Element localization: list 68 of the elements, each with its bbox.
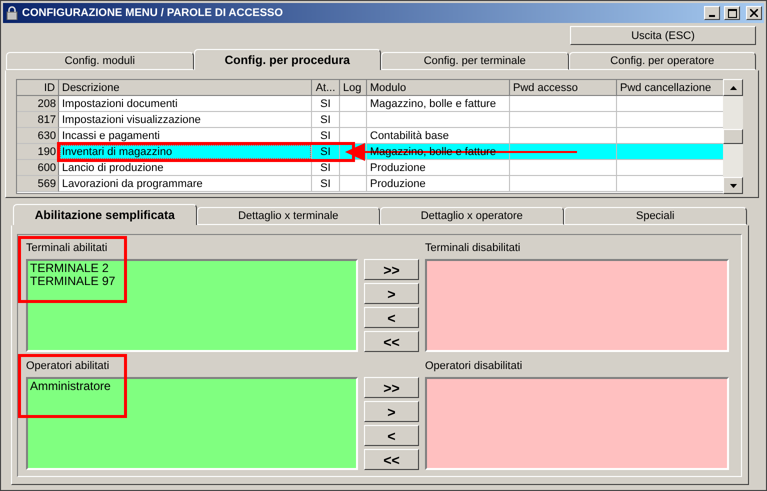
id-cell: 190 (17, 144, 59, 160)
up-arrow-icon (730, 86, 736, 90)
tab[interactable]: Dettaglio x operatore (380, 207, 564, 225)
move-button[interactable]: >> (364, 259, 419, 280)
column-header[interactable]: ID (17, 80, 59, 96)
table-cell: Magazzino, bolle e fatture (367, 96, 510, 112)
table-cell: Impostazioni visualizzazione (59, 112, 312, 128)
maximize-button[interactable] (724, 6, 740, 20)
table-cell: SI (312, 176, 340, 192)
table-cell: Contabilità base (367, 128, 510, 144)
exit-button[interactable]: Uscita (ESC) (570, 26, 756, 45)
id-cell: 630 (17, 128, 59, 144)
list-label: Terminali abilitati (26, 242, 108, 255)
scrollbar-thumb[interactable] (723, 129, 743, 144)
table-row[interactable]: 630 Incassi e pagamenti SI Contabilità base (17, 128, 723, 144)
list-item[interactable]: Amministratore (30, 380, 354, 393)
tab[interactable]: Config. moduli (6, 52, 194, 70)
down-arrow-icon (730, 184, 736, 188)
id-cell: 817 (17, 112, 59, 128)
table-row[interactable]: 817 Impostazioni visualizzazione SI (17, 112, 723, 128)
list-label: Operatori disabilitati (425, 360, 524, 373)
table-cell: Produzione (367, 160, 510, 176)
table-row[interactable]: 569 Lavorazioni da programmare SI Produzione (17, 176, 723, 192)
tab[interactable]: Abilitazione semplificata (13, 204, 196, 225)
column-header[interactable]: At... (312, 80, 340, 96)
table-cell (340, 96, 367, 112)
id-cell: 208 (17, 96, 59, 112)
table-cell: Produzione (367, 176, 510, 192)
close-button[interactable] (746, 6, 762, 20)
maximize-icon (728, 8, 736, 18)
move-button[interactable]: > (364, 401, 419, 422)
list-item[interactable]: TERMINALE 2 (30, 262, 354, 275)
close-icon (750, 9, 758, 17)
column-header[interactable]: Pwd cancellazione (617, 80, 724, 96)
table-cell (340, 160, 367, 176)
list-item[interactable]: TERMINALE 97 (30, 275, 354, 288)
enabled-list[interactable]: TERMINALE 2 TERMINALE 97 (26, 259, 358, 352)
lock-icon (6, 6, 18, 20)
table-row[interactable]: 600 Lancio di produzione SI Produzione (17, 160, 723, 176)
id-cell: 569 (17, 176, 59, 192)
table-row[interactable]: 208 Impostazioni documenti SI Magazzino, bolle e fatture (17, 96, 723, 112)
tab[interactable]: Speciali (564, 207, 747, 225)
minimize-button[interactable] (704, 6, 720, 20)
move-button[interactable]: >> (364, 377, 419, 398)
list-label: Terminali disabilitati (425, 242, 522, 255)
tab[interactable]: Config. per procedura (194, 49, 381, 70)
table-cell: Lavorazioni da programmare (59, 176, 312, 192)
move-button[interactable]: < (364, 307, 419, 328)
column-header[interactable]: Descrizione (59, 80, 312, 96)
tab[interactable]: Dettaglio x terminale (196, 207, 380, 225)
scrollbar[interactable] (723, 79, 743, 194)
move-button[interactable]: << (364, 331, 419, 352)
column-header[interactable]: Modulo (367, 80, 510, 96)
table-cell: SI (312, 112, 340, 128)
table-cell (340, 112, 367, 128)
table-cell: Impostazioni documenti (59, 96, 312, 112)
window-title: CONFIGURAZIONE MENU / PAROLE DI ACCESSO (22, 7, 284, 19)
column-header[interactable]: Pwd accesso (510, 80, 617, 96)
tab[interactable]: Config. per terminale (381, 52, 568, 70)
column-header[interactable]: Log (340, 80, 367, 96)
tab[interactable]: Config. per operatore (568, 52, 756, 70)
move-button[interactable]: << (364, 449, 419, 470)
id-cell: 600 (17, 160, 59, 176)
table-cell: SI (312, 96, 340, 112)
enabled-list[interactable]: Amministratore (26, 377, 358, 470)
list-label: Operatori abilitati (26, 360, 110, 373)
move-button[interactable]: < (364, 425, 419, 446)
move-button[interactable]: > (364, 283, 419, 304)
